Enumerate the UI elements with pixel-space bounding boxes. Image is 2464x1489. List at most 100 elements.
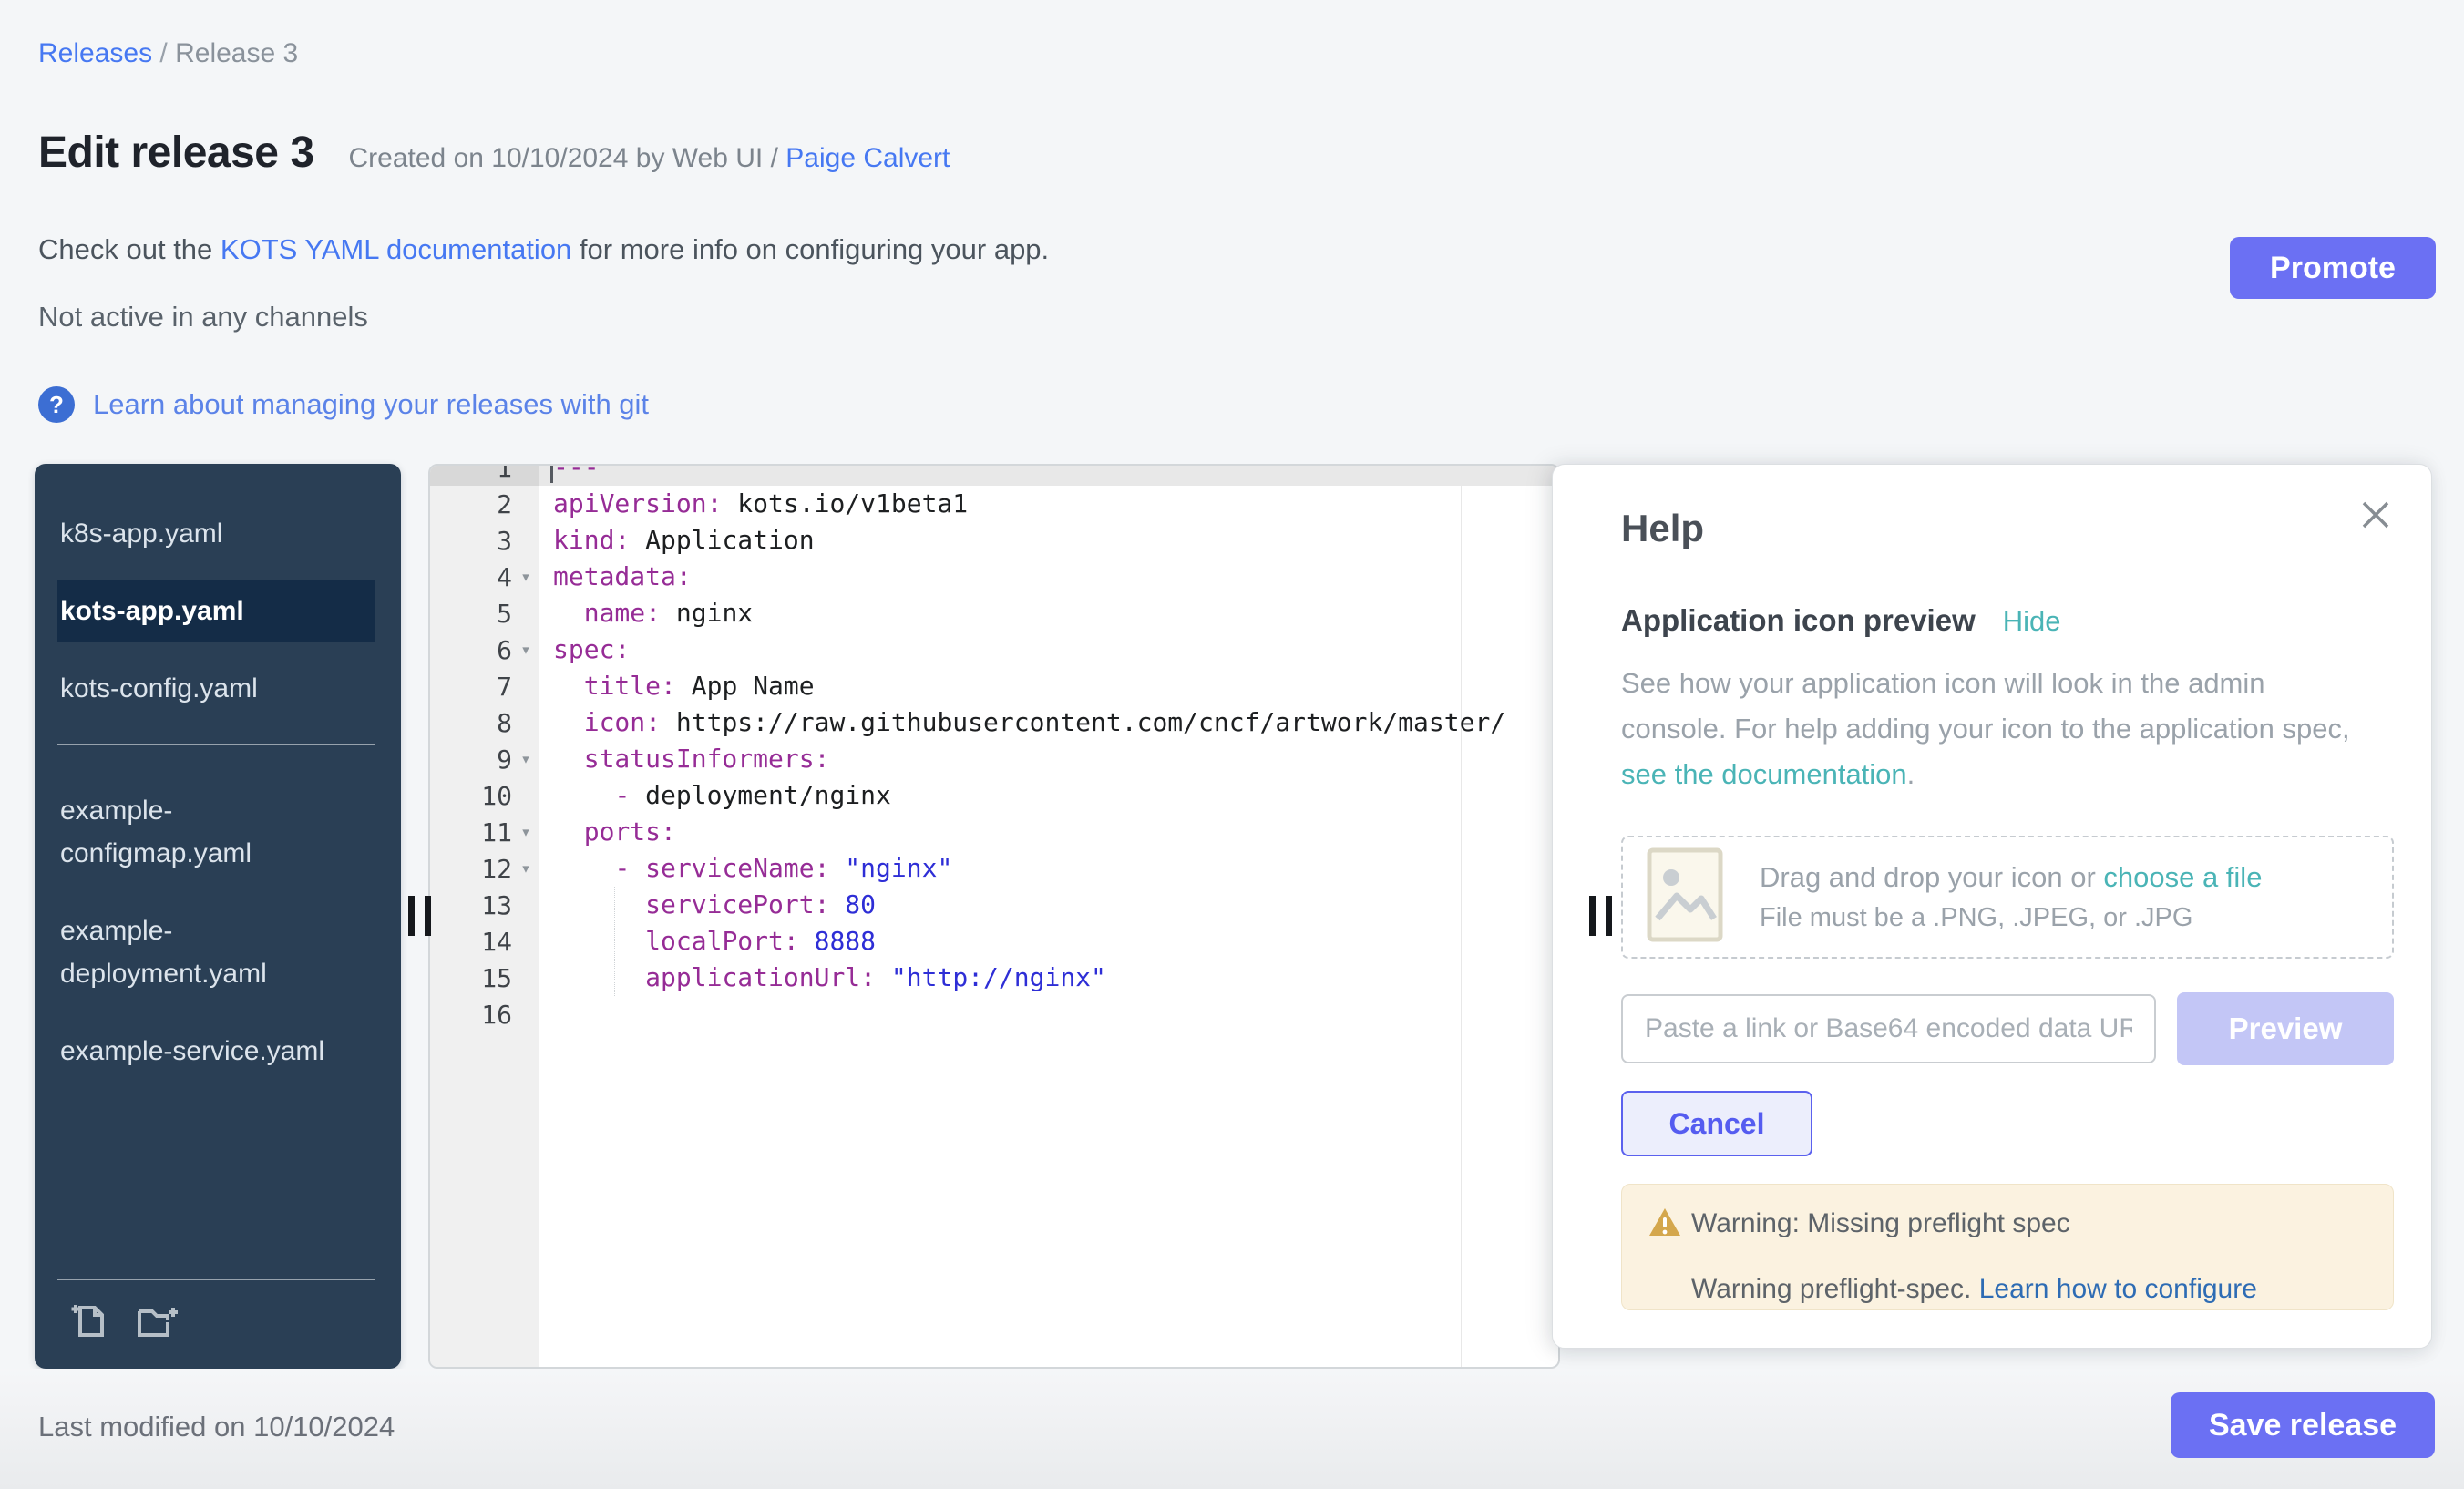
- footer: Last modified on 10/10/2024: [0, 1369, 2464, 1489]
- git-help-row: ? Learn about managing your releases wit…: [38, 386, 649, 423]
- dropzone-hint: File must be a .PNG, .JPEG, or .JPG: [1760, 903, 2262, 933]
- line-number: 16: [430, 996, 539, 1032]
- code-text[interactable]: statusInformers:: [539, 741, 1558, 777]
- warning-body: Warning preflight-spec. Learn how to con…: [1691, 1274, 2257, 1305]
- file-item-kots-app-yaml[interactable]: kots-app.yaml: [57, 580, 375, 642]
- dropzone-text: Drag and drop your icon or choose a file…: [1760, 861, 2262, 933]
- line-number: 14: [430, 923, 539, 960]
- code-line-13[interactable]: 13 servicePort: 80: [430, 887, 1558, 923]
- indent-guide: [614, 887, 615, 996]
- text-cursor: [550, 464, 553, 483]
- warning-triangle-icon: [1648, 1207, 1682, 1242]
- code-text[interactable]: icon: https://raw.githubusercontent.com/…: [539, 704, 1558, 741]
- icon-preview-description: See how your application icon will look …: [1621, 661, 2377, 797]
- fold-arrow-icon[interactable]: ▾: [512, 640, 539, 660]
- promote-button[interactable]: Promote: [2230, 237, 2436, 299]
- code-text[interactable]: - serviceName: "nginx": [539, 850, 1558, 887]
- cancel-button[interactable]: Cancel: [1621, 1091, 1812, 1156]
- line-number: 2: [430, 486, 539, 522]
- file-tree-sidebar: k8s-app.yaml kots-app.yaml kots-config.yam…: [35, 464, 401, 1369]
- code-text[interactable]: name: nginx: [539, 595, 1558, 632]
- code-line-14[interactable]: 14 localPort: 8888: [430, 923, 1558, 960]
- code-text[interactable]: spec:: [539, 632, 1558, 668]
- fold-arrow-icon[interactable]: ▾: [512, 858, 539, 878]
- see-documentation-link[interactable]: see the documentation: [1621, 758, 1907, 790]
- code-text[interactable]: [539, 996, 1558, 1032]
- code-line-7[interactable]: 7 title: App Name: [430, 668, 1558, 704]
- file-item-kots-config-yaml[interactable]: kots-config.yaml: [57, 657, 347, 720]
- icon-dropzone[interactable]: Drag and drop your icon or choose a file…: [1621, 836, 2394, 959]
- code-line-8[interactable]: 8 icon: https://raw.githubusercontent.co…: [430, 704, 1558, 741]
- kots-yaml-doc-link[interactable]: KOTS YAML documentation: [221, 233, 571, 265]
- code-text[interactable]: servicePort: 80: [539, 887, 1558, 923]
- fold-arrow-icon[interactable]: ▾: [512, 567, 539, 587]
- file-item-example-service-yaml[interactable]: example-service.yaml: [57, 1020, 347, 1083]
- line-number: 15: [430, 960, 539, 996]
- breadcrumb-current: Release 3: [175, 38, 298, 68]
- file-list: k8s-app.yaml kots-app.yaml kots-config.yam…: [35, 502, 401, 1083]
- line-number: 4▾: [430, 559, 539, 595]
- fold-arrow-icon[interactable]: ▾: [512, 822, 539, 842]
- code-line-12[interactable]: 12▾ - serviceName: "nginx": [430, 850, 1558, 887]
- line-number: 11▾: [430, 814, 539, 850]
- file-item-example-deployment-yaml[interactable]: example-deployment.yaml: [57, 899, 347, 1005]
- code-line-16[interactable]: 16: [430, 996, 1558, 1032]
- author-link[interactable]: Paige Calvert: [785, 143, 950, 173]
- hide-link[interactable]: Hide: [2003, 605, 2061, 638]
- code-line-10[interactable]: 10 - deployment/nginx: [430, 777, 1558, 814]
- code-text[interactable]: applicationUrl: "http://nginx": [539, 960, 1558, 996]
- line-number: 12▾: [430, 850, 539, 887]
- created-text: Created on 10/10/2024 by Web UI / Paige …: [349, 143, 950, 174]
- line-number: 1: [430, 464, 539, 486]
- code-line-1[interactable]: 1---: [430, 464, 1558, 486]
- help-panel-title: Help: [1621, 507, 1704, 550]
- preview-button[interactable]: Preview: [2177, 992, 2394, 1065]
- code-line-15[interactable]: 15 applicationUrl: "http://nginx": [430, 960, 1558, 996]
- file-item-example-configmap-yaml[interactable]: example-configmap.yaml: [57, 779, 347, 885]
- yaml-code-editor[interactable]: 1---2apiVersion: kots.io/v1beta13kind: A…: [428, 464, 1560, 1369]
- doc-row: Check out the KOTS YAML documentation fo…: [38, 233, 1049, 266]
- breadcrumb-separator: /: [152, 38, 175, 68]
- code-text[interactable]: localPort: 8888: [539, 923, 1558, 960]
- code-text[interactable]: - deployment/nginx: [539, 777, 1558, 814]
- breadcrumb: Releases / Release 3: [38, 38, 298, 69]
- page-title: Edit release 3: [38, 128, 314, 178]
- code-line-2[interactable]: 2apiVersion: kots.io/v1beta1: [430, 486, 1558, 522]
- warning-title: Warning: Missing preflight spec: [1691, 1208, 2070, 1239]
- title-row: Edit release 3 Created on 10/10/2024 by …: [38, 128, 950, 178]
- code-text[interactable]: ---: [539, 464, 1558, 486]
- code-text[interactable]: ports:: [539, 814, 1558, 850]
- code-text[interactable]: kind: Application: [539, 522, 1558, 559]
- code-line-5[interactable]: 5 name: nginx: [430, 595, 1558, 632]
- code-line-4[interactable]: 4▾metadata:: [430, 559, 1558, 595]
- line-number: 10: [430, 777, 539, 814]
- line-number: 6▾: [430, 632, 539, 668]
- preflight-warning-box: Warning: Missing preflight spec Warning …: [1621, 1184, 2394, 1310]
- code-line-3[interactable]: 3kind: Application: [430, 522, 1558, 559]
- learn-configure-link[interactable]: Learn how to configure: [1979, 1274, 2257, 1304]
- breadcrumb-releases-link[interactable]: Releases: [38, 38, 152, 68]
- code-text[interactable]: metadata:: [539, 559, 1558, 595]
- code-line-6[interactable]: 6▾spec:: [430, 632, 1558, 668]
- pane-resize-handle-left[interactable]: [408, 896, 431, 936]
- last-modified-text: Last modified on 10/10/2024: [38, 1411, 395, 1443]
- question-mark-icon[interactable]: ?: [38, 386, 75, 423]
- icon-preview-heading: Application icon preview Hide: [1621, 603, 2061, 638]
- code-line-9[interactable]: 9▾ statusInformers:: [430, 741, 1558, 777]
- choose-file-link[interactable]: choose a file: [2103, 861, 2262, 893]
- add-folder-icon[interactable]: [136, 1300, 181, 1347]
- pane-resize-handle-right[interactable]: [1589, 896, 1612, 936]
- code-text[interactable]: title: App Name: [539, 668, 1558, 704]
- image-placeholder-icon: [1647, 847, 1723, 947]
- add-file-icon[interactable]: [68, 1300, 110, 1347]
- code-text[interactable]: apiVersion: kots.io/v1beta1: [539, 486, 1558, 522]
- fold-arrow-icon[interactable]: ▾: [512, 749, 539, 769]
- file-item-k8s-app-yaml[interactable]: k8s-app.yaml: [57, 502, 347, 565]
- code-area[interactable]: 1---2apiVersion: kots.io/v1beta13kind: A…: [430, 464, 1558, 1032]
- icon-url-input[interactable]: [1621, 994, 2156, 1063]
- git-releases-link[interactable]: Learn about managing your releases with …: [93, 388, 649, 421]
- code-line-11[interactable]: 11▾ ports:: [430, 814, 1558, 850]
- save-release-button[interactable]: Save release: [2171, 1392, 2435, 1458]
- close-icon[interactable]: [2358, 498, 2393, 537]
- line-number: 5: [430, 595, 539, 632]
